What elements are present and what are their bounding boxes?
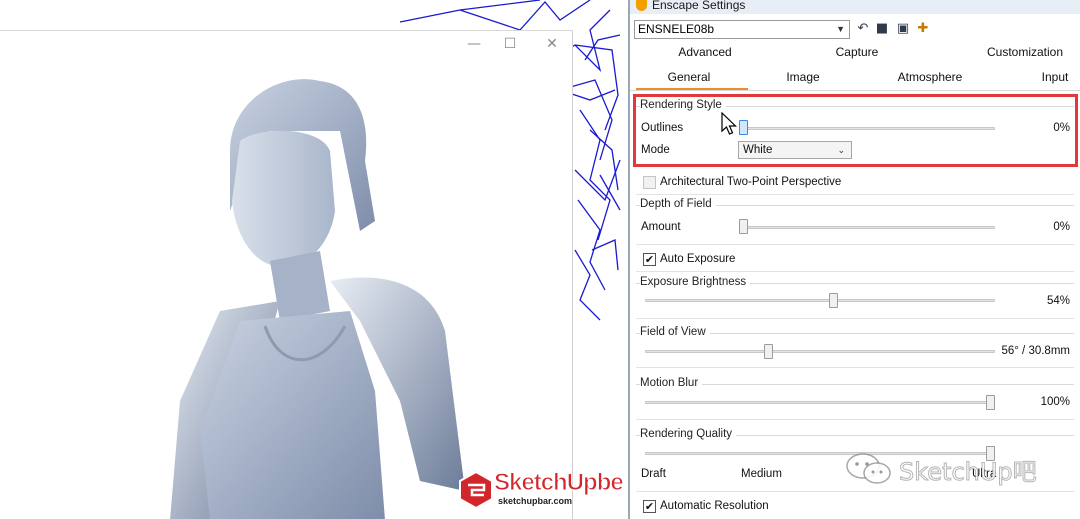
quality-level-draft: Draft [641, 468, 666, 480]
active-tab-indicator [636, 88, 748, 90]
enscape-settings-panel: Enscape Settings ENSNELE08b ▼ ↶ ■ ▣ ✚ Ad… [628, 0, 1080, 519]
automatic-resolution-checkbox[interactable]: ✔ [643, 500, 656, 513]
rendered-figure-image [170, 79, 465, 519]
panel-title: Enscape Settings [652, 0, 746, 12]
tab-general[interactable]: General [644, 70, 734, 84]
screen: — ☐ ✕ SketchUpbe sketchupbar.com Enscape… [0, 0, 1080, 519]
two-point-checkbox[interactable] [643, 176, 656, 189]
enscape-preview-window[interactable]: — ☐ ✕ [0, 30, 573, 519]
amount-value: 0% [1053, 221, 1070, 233]
exposure-brightness-slider-thumb[interactable] [829, 293, 839, 308]
tab-separator [630, 90, 1080, 91]
divider [636, 367, 1074, 368]
auto-exposure-label: Auto Exposure [660, 253, 736, 265]
auto-exposure-checkbox[interactable]: ✔ [643, 253, 656, 266]
chevron-down-icon: ▼ [836, 24, 845, 34]
minimize-icon[interactable]: — [462, 35, 486, 53]
highlight-annotation-box [633, 94, 1078, 167]
maximize-icon[interactable]: ☐ [498, 35, 522, 53]
close-icon[interactable]: ✕ [540, 35, 564, 53]
preset-select-value: ENSNELE08b [638, 22, 715, 36]
divider [636, 194, 1074, 195]
exposure-brightness-title: Exposure Brightness [640, 276, 751, 288]
divider [636, 244, 1074, 245]
divider [636, 318, 1074, 319]
divider [636, 491, 1074, 492]
tab-image[interactable]: Image [758, 70, 848, 84]
wechat-watermark: SketchUp吧 [845, 450, 1045, 487]
exposure-brightness-value: 54% [1046, 295, 1070, 307]
amount-slider-thumb[interactable] [739, 219, 748, 234]
logo-title: SketchUpbe [494, 469, 625, 497]
field-of-view-slider[interactable] [645, 350, 995, 353]
tab-advanced[interactable]: Advanced [660, 45, 750, 59]
motion-blur-title: Motion Blur [640, 377, 703, 389]
amount-label: Amount [641, 221, 681, 233]
preset-toolbar: ENSNELE08b ▼ ↶ ■ ▣ ✚ [634, 19, 1074, 41]
enscape-app-icon [636, 0, 647, 11]
field-of-view-slider-thumb[interactable] [764, 344, 774, 359]
tab-atmosphere[interactable]: Atmosphere [880, 70, 980, 84]
rendering-quality-title: Rendering Quality [640, 428, 737, 440]
tab-capture[interactable]: Capture [812, 45, 902, 59]
quality-level-medium: Medium [741, 468, 782, 480]
undo-icon[interactable]: ↶ [855, 21, 871, 37]
new-preset-icon[interactable]: ✚ [915, 21, 931, 37]
motion-blur-slider[interactable] [645, 401, 995, 404]
save-icon[interactable]: ■ [874, 21, 890, 37]
preset-select[interactable]: ENSNELE08b ▼ [634, 20, 850, 39]
sketchup-bar-logo: SketchUpbe sketchupbar.com [458, 468, 628, 514]
depth-of-field-title: Depth of Field [640, 198, 716, 210]
field-of-view-title: Field of View [640, 326, 710, 338]
divider [636, 419, 1074, 420]
save-as-icon[interactable]: ▣ [895, 21, 911, 37]
wechat-icon [846, 453, 891, 484]
wechat-watermark-text: SketchUp吧 [899, 458, 1038, 487]
motion-blur-value: 100% [1040, 396, 1070, 408]
panel-titlebar: Enscape Settings [630, 0, 1080, 14]
mouse-cursor-icon [721, 112, 737, 135]
tab-input[interactable]: Input [1030, 70, 1080, 84]
exposure-brightness-slider[interactable] [645, 299, 995, 302]
automatic-resolution-label: Automatic Resolution [660, 500, 769, 512]
tab-customization[interactable]: Customization [970, 45, 1080, 59]
amount-slider[interactable] [739, 226, 995, 229]
field-of-view-value: 56° / 30.8mm [1001, 345, 1070, 357]
two-point-label: Architectural Two-Point Perspective [660, 176, 842, 188]
divider [636, 271, 1074, 272]
logo-cube-icon [459, 470, 493, 510]
logo-url: sketchupbar.com [498, 496, 573, 506]
